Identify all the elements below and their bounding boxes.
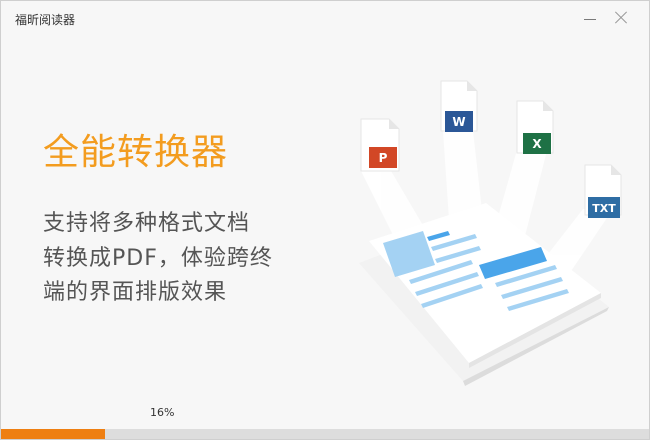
promo-description-line-1: 支持将多种格式文档: [43, 211, 251, 236]
close-button[interactable]: [612, 9, 630, 27]
progress-percent-label: 16%: [150, 406, 175, 419]
svg-text:W: W: [452, 115, 465, 129]
promo-description-line-2: 转换成PDF，体验跨终: [43, 246, 273, 271]
installer-window: 福昕阅读器 全能转换器 支持将多种格式文档 转换成PDF，体验跨终 端的界面排版…: [0, 0, 650, 440]
svg-text:TXT: TXT: [592, 202, 616, 215]
window-title: 福昕阅读器: [15, 13, 76, 27]
powerpoint-file-icon: P: [360, 118, 400, 172]
word-file-icon: W: [440, 80, 478, 132]
progress-bar-fill: [1, 429, 105, 439]
progress-bar: [1, 429, 649, 439]
txt-file-icon: TXT: [584, 164, 622, 218]
title-bar: 福昕阅读器: [1, 1, 649, 35]
promo-headline: 全能转换器: [43, 132, 229, 173]
svg-text:P: P: [379, 151, 388, 165]
conversion-illustration: P W X TXT: [359, 80, 622, 386]
excel-file-icon: X: [516, 100, 554, 154]
promo-description-line-3: 端的界面排版效果: [43, 280, 228, 305]
minimize-button[interactable]: [581, 9, 599, 27]
svg-text:X: X: [532, 137, 542, 151]
